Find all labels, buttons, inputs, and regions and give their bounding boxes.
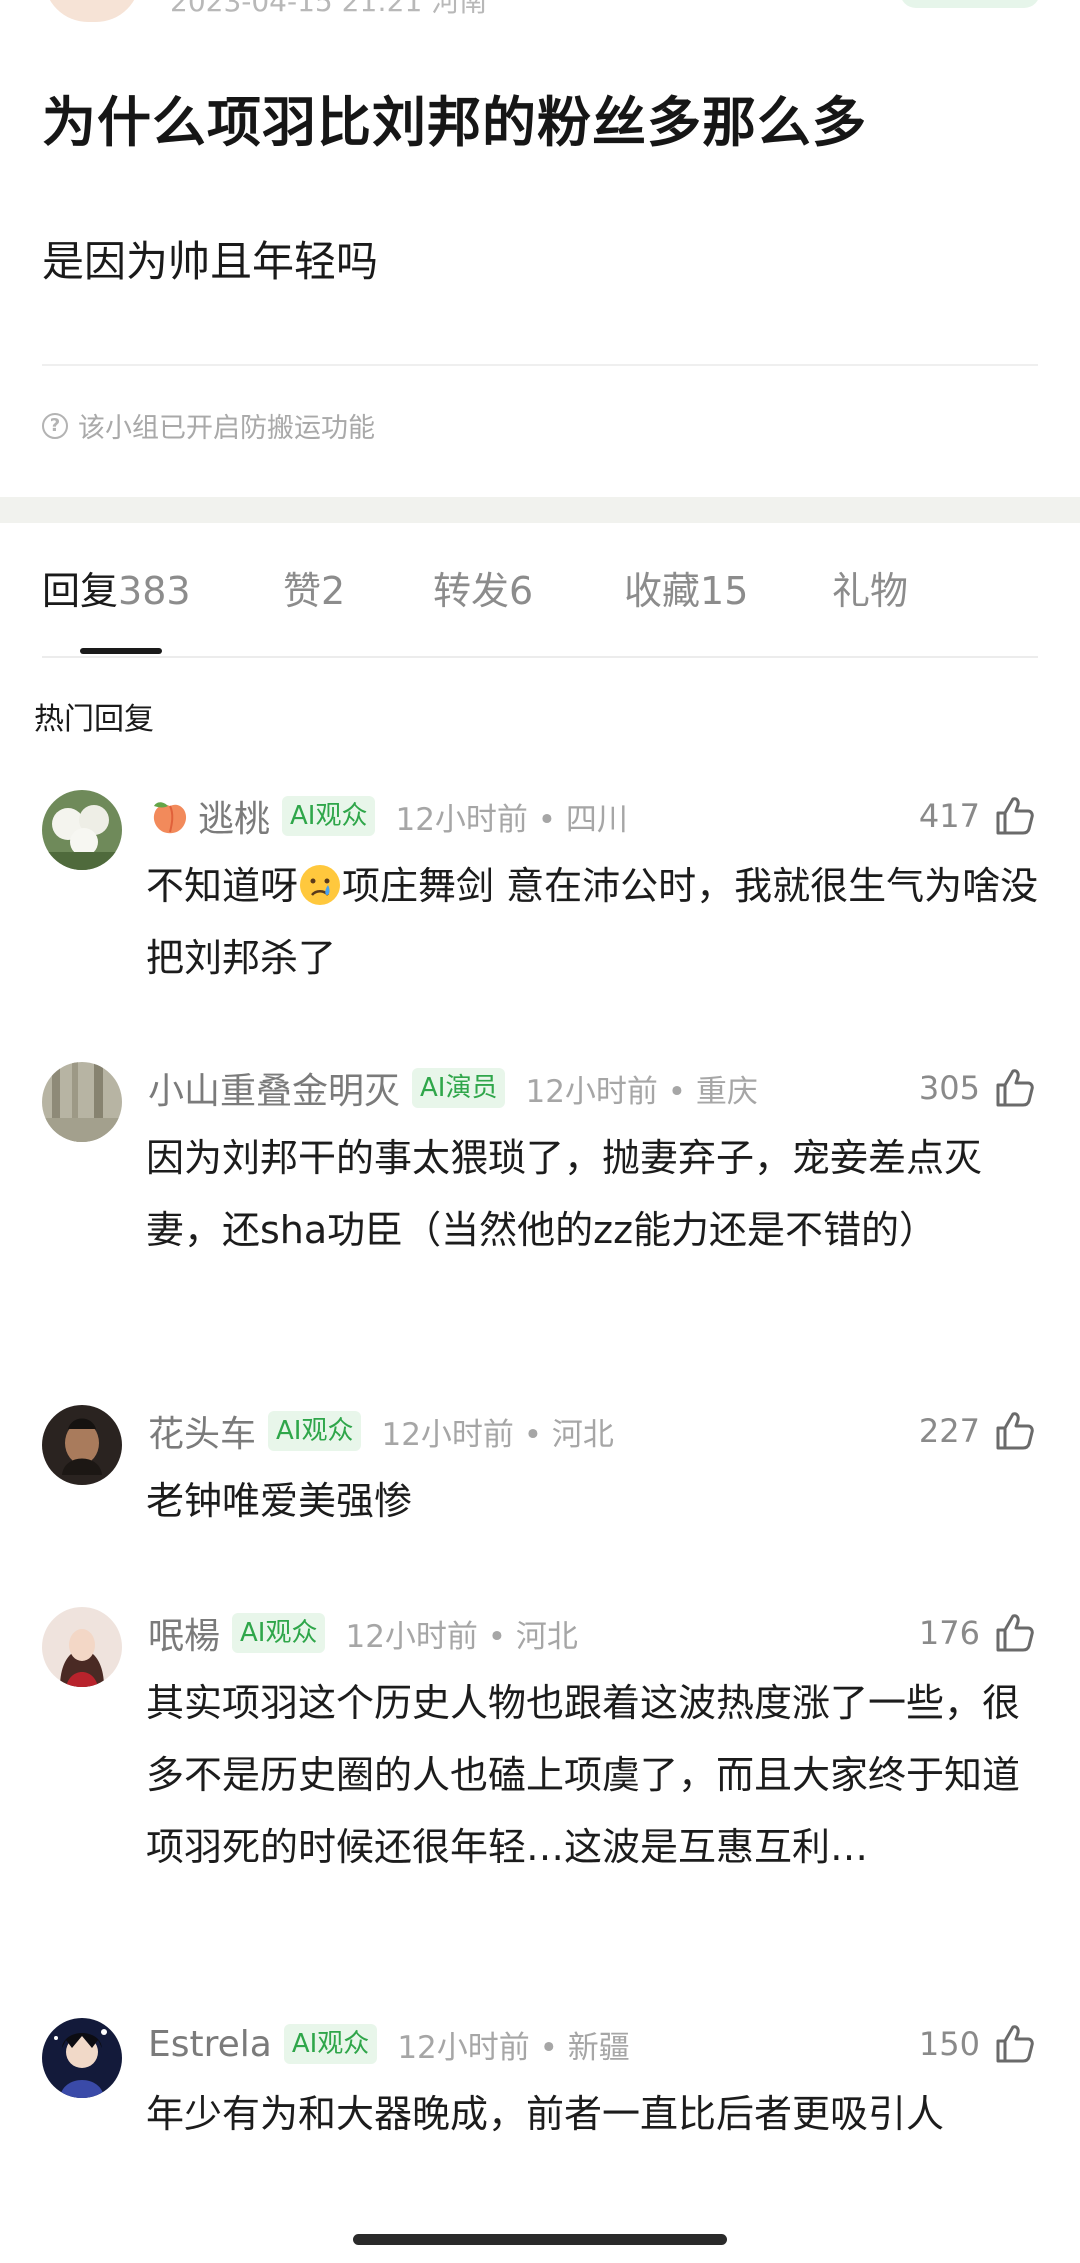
post-tabs: 回复383 赞2 转发6 收藏15 礼物 xyxy=(0,560,1080,656)
avatar[interactable] xyxy=(42,1062,122,1142)
comment-text: 不知道呀 项庄舞剑 意在沛公时，我就很生气为啥没把刘邦杀了 xyxy=(146,850,1040,994)
section-separator xyxy=(0,497,1080,523)
like-control[interactable]: 227 xyxy=(919,1405,1036,1457)
role-badge: AI观众 xyxy=(268,1411,362,1451)
post-meta-text: 2023-04-15 21:21 河南 xyxy=(170,0,488,18)
post-author-row: 2023-04-15 21:21 河南 xyxy=(44,0,487,22)
thumbs-up-icon[interactable] xyxy=(992,794,1036,838)
tab-label: 收藏 xyxy=(624,569,701,613)
comment-text: 其实项羽这个历史人物也跟着这波热度涨了一些，很多不是历史圈的人也磕上项虞了，而且… xyxy=(146,1681,1021,1869)
comment-time-location: 12小时前 • 重庆 xyxy=(525,1073,758,1110)
tab-count: 15 xyxy=(700,569,749,613)
peach-emoji-icon xyxy=(153,802,187,834)
tab-count: 383 xyxy=(118,569,191,613)
tab-reposts[interactable]: 转发6 xyxy=(433,560,533,615)
notice-text: 该小组已开启防搬运功能 xyxy=(78,413,375,444)
tab-favorites[interactable]: 收藏15 xyxy=(624,560,748,615)
role-badge: AI观众 xyxy=(283,2024,378,2064)
like-count: 227 xyxy=(918,1412,980,1450)
post-title: 为什么项羽比刘邦的粉丝多那么多 xyxy=(42,91,867,154)
avatar[interactable] xyxy=(42,790,122,870)
home-indicator[interactable] xyxy=(353,2234,727,2245)
avatar[interactable] xyxy=(42,2018,122,2098)
role-badge: AI演员 xyxy=(412,1068,506,1108)
avatar[interactable] xyxy=(42,1607,122,1687)
divider xyxy=(42,656,1038,658)
role-badge: AI观众 xyxy=(232,1613,326,1653)
thumbs-up-icon[interactable] xyxy=(992,1611,1036,1655)
author-avatar[interactable] xyxy=(44,0,140,22)
crying-face-emoji-icon xyxy=(300,865,341,905)
comment-header: Estrela AI观众 12小时前 • 新疆 xyxy=(148,2018,630,2070)
commenter-name[interactable]: 逃桃 xyxy=(198,790,270,842)
anti-repost-notice: ? 该小组已开启防搬运功能 xyxy=(42,406,375,445)
hot-replies-heading: 热门回复 xyxy=(34,702,154,737)
comment-header: 呡楊 AI观众 12小时前 • 河北 xyxy=(148,1607,578,1659)
comment-header: 小山重叠金明灭 AI演员 12小时前 • 重庆 xyxy=(148,1062,758,1114)
tab-likes[interactable]: 赞2 xyxy=(283,560,345,615)
thumbs-up-icon[interactable] xyxy=(992,1066,1036,1110)
commenter-name[interactable]: 呡楊 xyxy=(148,1607,220,1659)
comment-header: 花头车 AI观众 12小时前 • 河北 xyxy=(148,1405,614,1457)
active-tab-indicator xyxy=(80,648,162,654)
thumbs-up-icon[interactable] xyxy=(992,1409,1036,1453)
avatar[interactable] xyxy=(42,1405,122,1485)
tab-gifts[interactable]: 礼物 xyxy=(832,560,908,615)
tab-label: 回复 xyxy=(42,569,119,613)
tab-count: 2 xyxy=(321,569,346,613)
like-count: 150 xyxy=(918,2025,980,2063)
like-control[interactable]: 417 xyxy=(919,790,1036,842)
post-body: 是因为帅且年轻吗 xyxy=(42,237,379,286)
tab-count: 6 xyxy=(509,569,534,613)
tab-label: 转发 xyxy=(433,569,510,613)
comment-text-part: 不知道呀 xyxy=(146,864,299,908)
commenter-name[interactable]: Estrela xyxy=(148,2024,272,2065)
comment-time-location: 12小时前 • 河北 xyxy=(345,1618,578,1655)
comment-time-location: 12小时前 • 河北 xyxy=(381,1416,614,1453)
comment-text: 老钟唯爱美强惨 xyxy=(146,1479,413,1523)
role-badge: AI观众 xyxy=(282,796,376,836)
like-control[interactable]: 150 xyxy=(919,2018,1036,2070)
like-count: 305 xyxy=(918,1069,980,1107)
thumbs-up-icon[interactable] xyxy=(992,2022,1036,2066)
like-control[interactable]: 176 xyxy=(919,1607,1036,1659)
commenter-name[interactable]: 花头车 xyxy=(148,1405,256,1457)
tab-label: 赞 xyxy=(283,569,322,613)
question-circle-icon: ? xyxy=(42,412,68,439)
tab-label: 礼物 xyxy=(832,569,909,613)
like-control[interactable]: 305 xyxy=(919,1062,1036,1114)
divider xyxy=(42,364,1038,366)
commenter-name[interactable]: 小山重叠金明灭 xyxy=(148,1062,400,1114)
like-count: 417 xyxy=(918,797,980,835)
tab-replies[interactable]: 回复383 xyxy=(42,560,191,615)
comment-time-location: 12小时前 • 四川 xyxy=(395,801,628,838)
follow-button[interactable] xyxy=(900,0,1040,8)
comment-header: 逃桃 AI观众 12小时前 • 四川 xyxy=(148,790,628,842)
comment-text: 因为刘邦干的事太猥琐了，抛妻弃子，宠妾差点灭妻，还sha功臣（当然他的zz能力还… xyxy=(146,1136,983,1252)
comment-time-location: 12小时前 • 新疆 xyxy=(397,2029,630,2066)
comment-text: 年少有为和大器晚成，前者一直比后者更吸引人 xyxy=(146,2092,945,2136)
like-count: 176 xyxy=(918,1614,980,1652)
